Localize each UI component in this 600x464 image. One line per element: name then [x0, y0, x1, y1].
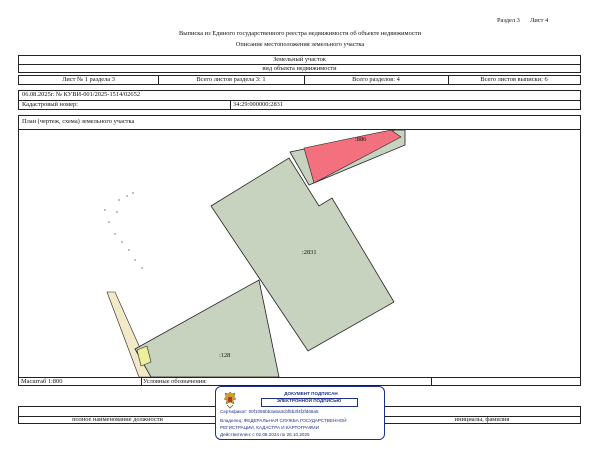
footer-row: Масштаб 1:800 Условные обозначения: — [18, 377, 581, 386]
info-block: 06.08.2025г. № КУВИ-001/2025-1514/02652 … — [18, 90, 581, 110]
total-sections: Всего разделов: 4 — [352, 76, 400, 83]
stamp-certificate: Сертификат: 00f1056bb3a6a3cbf5b3f4f2fd68… — [220, 409, 319, 414]
extract-date-number: 06.08.2025г. № КУВИ-001/2025-1514/02652 — [22, 91, 141, 98]
plan-drawing — [104, 130, 406, 377]
total-extract-sheets: Всего листов выписки: 6 — [480, 76, 548, 83]
document-subtitle: Описание местоположения земельного участ… — [235, 41, 365, 48]
total-section-sheets: Всего листов раздела 3: 1 — [196, 76, 266, 83]
electronic-signature-stamp: ДОКУМЕНТ ПОДПИСАН ЭЛЕКТРОННОЙ ПОДПИСЬЮ С… — [215, 386, 385, 440]
sheet-of-section: Лист № 1 раздела 3 — [62, 76, 115, 83]
cadastral-number: 34:29:000000:2831 — [233, 101, 284, 108]
cadastral-label: Кадастровый номер: — [22, 101, 78, 108]
parcel-label-128: :128 — [219, 352, 231, 359]
parcel-label-2831: :2831 — [302, 249, 317, 256]
parcel-886-highlight — [303, 130, 402, 184]
sheet-info-row: Лист № 1 раздела 3 Всего листов раздела … — [18, 75, 581, 85]
position-caption: полное наименование должности — [72, 416, 163, 423]
stamp-owner: Владелец: ФЕДЕРАЛЬНАЯ СЛУЖБА ГОСУДАРСТВЕ… — [220, 418, 347, 423]
stamp-owner-cont: РЕГИСТРАЦИИ, КАДАСТРА И КАРТОГРАФИИ — [220, 425, 319, 430]
stamp-title-1: ДОКУМЕНТ ПОДПИСАН — [284, 391, 338, 396]
object-type-caption: вид объекта недвижимости — [262, 65, 337, 72]
stamp-title-2: ЭЛЕКТРОННОЙ ПОДПИСЬЮ — [276, 398, 342, 403]
document-title: Выписка из Единого государственного реес… — [178, 30, 421, 37]
plan-caption-row: План (чертеж, схема) земельного участка — [18, 115, 581, 130]
sheet-number: Лист 4 — [530, 17, 549, 24]
stamp-validity: Действителен: с 02.08.2024 по 26.10.2025 — [220, 432, 310, 437]
object-box: Земельный участок вид объекта недвижимос… — [18, 55, 581, 73]
plan-caption: План (чертеж, схема) земельного участка — [22, 118, 135, 125]
parcel-label-886: :886 — [355, 136, 367, 143]
scale-label: Масштаб 1:800 — [21, 378, 63, 385]
plan-area: :2831 :886 :128 — [18, 129, 581, 378]
section-number: Раздел 3 — [497, 17, 520, 24]
parcel-128 — [134, 279, 280, 377]
legend-label: Условные обозначения: — [143, 378, 207, 385]
name-caption: инициалы, фамилия — [454, 416, 510, 423]
boundary-dots — [104, 192, 143, 269]
object-name: Земельный участок — [273, 56, 326, 63]
